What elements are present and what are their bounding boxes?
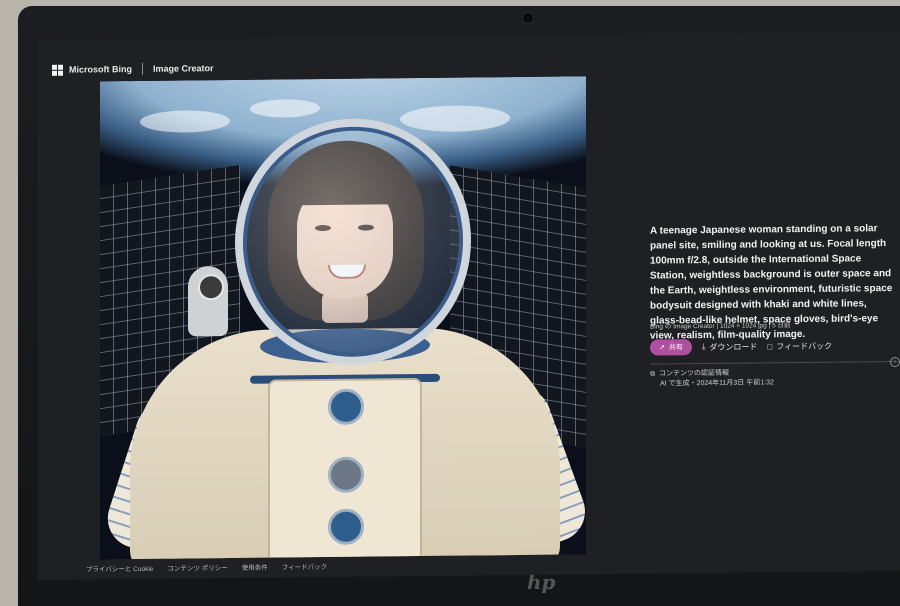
image-meta: Bing の Image Creator | 1024 × 1024 jpg |… (650, 322, 791, 331)
share-button[interactable]: ↗ 共有 (650, 339, 692, 356)
info-icon[interactable]: i (890, 356, 900, 368)
microsoft-logo-icon[interactable] (52, 64, 63, 76)
webcam (522, 12, 534, 24)
credentials-icon: ⧉ (650, 370, 655, 378)
header-divider (142, 62, 143, 75)
top-bar: Microsoft Bing Image Creator (52, 60, 214, 78)
share-icon: ↗ (659, 344, 665, 352)
generated-image[interactable] (100, 76, 586, 560)
browser-screen: Microsoft Bing Image Creator A teenage J… (38, 30, 900, 580)
footer-link-content-policy[interactable]: コンテンツ ポリシー (167, 562, 227, 573)
credentials-subtitle: AI で生成・2024年11月3日 午前1:32 (660, 379, 774, 388)
footer-link-feedback[interactable]: フィードバック (282, 561, 327, 571)
feedback-label: フィードバック (776, 341, 833, 351)
download-icon: ⤓ (701, 342, 706, 352)
content-credentials[interactable]: ⧉ コンテンツの認証情報 AI で生成・2024年11月3日 午前1:32 (650, 368, 774, 389)
feedback-icon: □ (767, 341, 773, 351)
download-button[interactable]: ⤓ ダウンロード (702, 341, 758, 353)
panel-divider (650, 360, 900, 365)
feedback-button[interactable]: □ フィードバック (767, 340, 832, 352)
share-label: 共有 (668, 344, 683, 352)
brand-name[interactable]: Microsoft Bing (69, 64, 132, 75)
chest-knob (328, 456, 364, 493)
footer-links: プライバシーと Cookie コンテンツ ポリシー 使用条件 フィードバック (86, 561, 327, 574)
action-bar: ↗ 共有 ⤓ ダウンロード □ フィードバック (650, 338, 832, 356)
product-name[interactable]: Image Creator (153, 63, 214, 74)
chest-knob (328, 388, 364, 425)
footer-link-terms[interactable]: 使用条件 (242, 562, 268, 572)
background-astronaut-helmet (198, 274, 224, 301)
download-label: ダウンロード (709, 341, 758, 352)
chest-knob (328, 508, 364, 545)
footer-link-privacy[interactable]: プライバシーと Cookie (86, 563, 153, 574)
helmet-glass (235, 117, 471, 366)
